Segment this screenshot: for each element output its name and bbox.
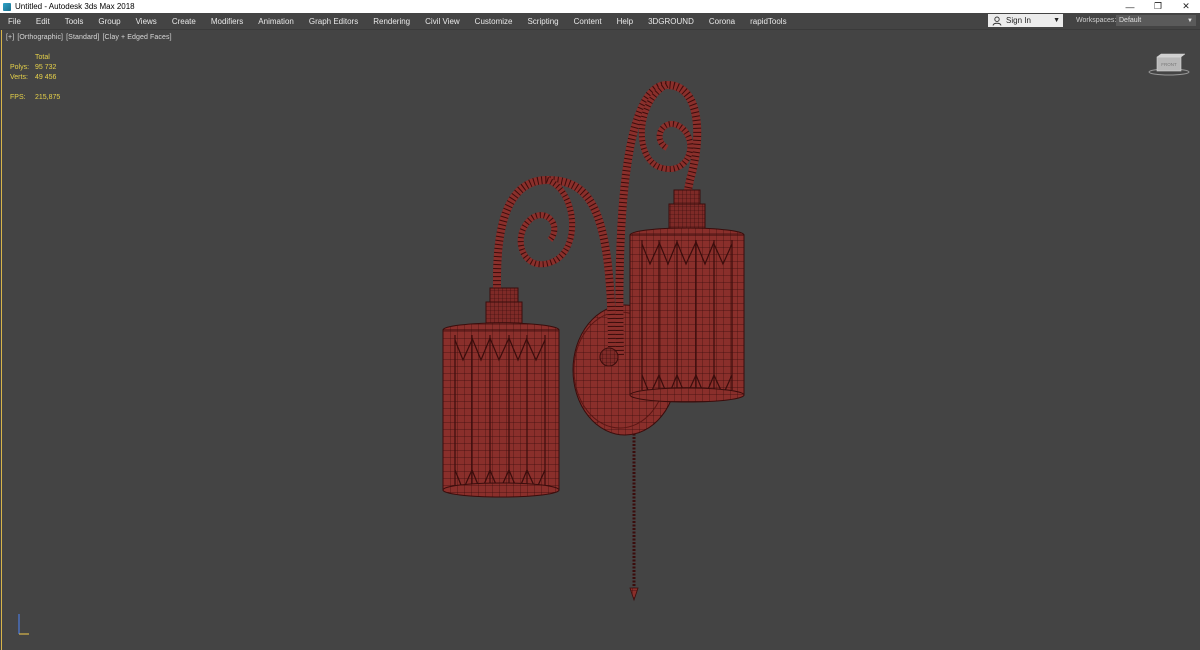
menu-item-graph-editors[interactable]: Graph Editors [301,17,365,26]
title-bar: Untitled - Autodesk 3ds Max 2018 — ❐ ✕ [0,0,1200,13]
restore-button[interactable]: ❐ [1144,0,1172,13]
close-button[interactable]: ✕ [1172,0,1200,13]
menu-item-file[interactable]: File [0,17,28,26]
chevron-down-icon: ▼ [1187,17,1193,24]
sign-in-label: Sign In [1006,16,1031,25]
user-icon [992,16,1002,26]
menu-item-views[interactable]: Views [128,17,164,26]
menu-item-3dground[interactable]: 3DGROUND [641,17,702,26]
menu-item-customize[interactable]: Customize [467,17,520,26]
app-icon[interactable] [3,2,11,11]
menu-item-rendering[interactable]: Rendering [366,17,418,26]
menu-item-corona[interactable]: Corona [701,17,742,26]
workspaces-select[interactable]: Default ▼ [1116,15,1196,26]
menu-item-rapidtools[interactable]: rapidTools [743,17,794,26]
menu-bar: File Edit Tools Group Views Create Modifiers An… [0,13,1200,30]
minimize-button[interactable]: — [1116,0,1144,13]
menu-item-tools[interactable]: Tools [57,17,91,26]
menu-item-group[interactable]: Group [91,17,128,26]
sign-in-dropdown[interactable]: Sign In ▼ [988,14,1063,27]
menu-item-civil-view[interactable]: Civil View [418,17,468,26]
menu-item-animation[interactable]: Animation [251,17,302,26]
menu-item-help[interactable]: Help [609,17,640,26]
workspaces-label: Workspaces: [1076,17,1117,24]
window-title: Untitled - Autodesk 3ds Max 2018 [15,2,135,11]
workspaces-value: Default [1119,17,1142,24]
menu-item-create[interactable]: Create [164,17,203,26]
viewport[interactable]: [+] [Orthographic] [Standard] [Clay + Ed… [1,30,1199,650]
wall-lamp-model[interactable] [2,30,1200,650]
menu-item-modifiers[interactable]: Modifiers [203,17,250,26]
menu-item-edit[interactable]: Edit [28,17,57,26]
menu-item-scripting[interactable]: Scripting [520,17,566,26]
axis-tripod-icon [18,614,29,635]
menu-item-content[interactable]: Content [566,17,609,26]
chevron-down-icon: ▼ [1053,17,1060,24]
